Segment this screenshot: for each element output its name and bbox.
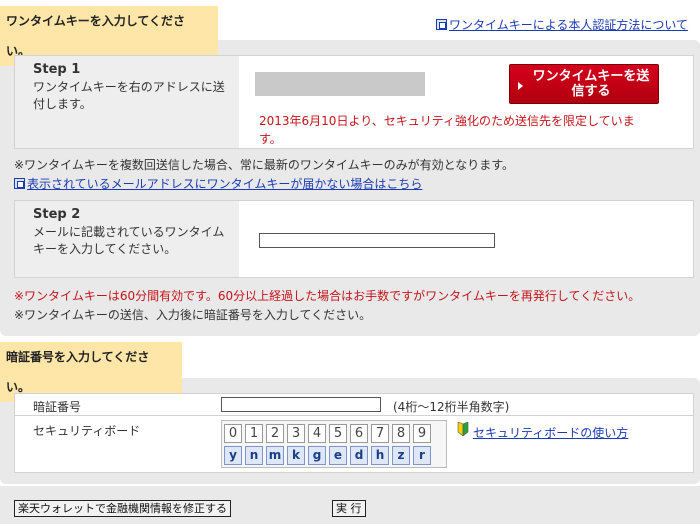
security-board-row: セキュリティボード 0 1 2 3 4 5 6 7 8 9 y n m k g … <box>15 416 693 472</box>
key-z[interactable]: z <box>392 446 410 465</box>
key-2[interactable]: 2 <box>266 424 284 443</box>
security-board-help-link[interactable]: セキュリティボードの使い方 <box>473 424 628 441</box>
email-not-received-note: 表示されているメールアドレスにワンタイムキーが届かない場合はこちら <box>14 175 422 192</box>
key-9[interactable]: 9 <box>413 424 431 443</box>
key-y[interactable]: y <box>224 446 242 465</box>
key-k[interactable]: k <box>287 446 305 465</box>
pin-input[interactable] <box>221 397 381 412</box>
send-button-label: ワンタイムキーを送信する <box>532 69 650 99</box>
submit-button[interactable]: 実 行 <box>332 500 366 517</box>
key-3[interactable]: 3 <box>287 424 305 443</box>
validity-warning: ※ワンタイムキーは60分間有効です。60分以上経過した場合はお手数ですがワンタイ… <box>14 289 641 303</box>
key-0[interactable]: 0 <box>224 424 242 443</box>
edit-bank-info-button[interactable]: 楽天ウォレットで金融機関情報を修正する <box>14 500 231 517</box>
send-onetime-key-button[interactable]: ワンタイムキーを送信する <box>509 64 659 104</box>
order-instruction: ※ワンタイムキーの送信、入力後に暗証番号を入力してください。 <box>14 308 372 322</box>
security-board: 0 1 2 3 4 5 6 7 8 9 y n m k g e d h z r <box>221 420 447 468</box>
step2-description: メールに記載されているワンタイムキーを入力してください。 <box>33 225 225 256</box>
beginner-leaf-icon <box>457 422 469 436</box>
key-d[interactable]: d <box>350 446 368 465</box>
footer-bar: 楽天ウォレットで金融機関情報を修正する 実 行 <box>0 486 700 524</box>
key-h[interactable]: h <box>371 446 389 465</box>
pin-row: 暗証番号 (4桁～12桁半角数字) <box>15 394 693 416</box>
masked-email-address <box>255 72 425 96</box>
send-restriction-notice: 2013年6月10日より、セキュリティ強化のため送信先を限定しています。 <box>259 114 635 146</box>
window-link-icon <box>436 19 447 30</box>
step2-label-cell: Step 2 メールに記載されているワンタイムキーを入力してください。 <box>15 201 239 277</box>
key-1[interactable]: 1 <box>245 424 263 443</box>
multiple-send-note: ※ワンタイムキーを複数回送信した場合、常に最新のワンタイムキーのみが有効となりま… <box>14 158 515 172</box>
digit-key-row: 0 1 2 3 4 5 6 7 8 9 <box>224 424 431 443</box>
key-7[interactable]: 7 <box>371 424 389 443</box>
pin-section-title-text: 暗証番号を入力してください。 <box>6 350 150 394</box>
help-link-text: ワンタイムキーによる本人認証方法について <box>449 18 689 32</box>
key-n[interactable]: n <box>245 446 263 465</box>
pin-table: 暗証番号 (4桁～12桁半角数字) セキュリティボード 0 1 2 3 4 5 … <box>14 393 694 473</box>
step2-heading: Step 2 <box>33 207 81 222</box>
step2-box: Step 2 メールに記載されているワンタイムキーを入力してください。 <box>14 200 694 278</box>
key-m[interactable]: m <box>266 446 284 465</box>
letter-key-row: y n m k g e d h z r <box>224 446 431 465</box>
step1-heading: Step 1 <box>33 62 81 77</box>
step1-label-cell: Step 1 ワンタイムキーを右のアドレスに送付します。 <box>15 56 239 148</box>
security-board-label: セキュリティボード <box>33 424 141 438</box>
key-r[interactable]: r <box>413 446 431 465</box>
key-4[interactable]: 4 <box>308 424 326 443</box>
window-link-icon <box>14 178 25 189</box>
step1-box: Step 1 ワンタイムキーを右のアドレスに送付します。 ワンタイムキーを送信す… <box>14 55 694 149</box>
key-e[interactable]: e <box>329 446 347 465</box>
key-g[interactable]: g <box>308 446 326 465</box>
triangle-right-icon <box>518 82 523 90</box>
section-title-text: ワンタイムキーを入力してください。 <box>6 14 186 58</box>
email-not-received-link[interactable]: 表示されているメールアドレスにワンタイムキーが届かない場合はこちら <box>27 177 422 191</box>
pin-hint: (4桁～12桁半角数字) <box>393 400 510 414</box>
onetime-key-help-link[interactable]: ワンタイムキーによる本人認証方法について <box>436 16 688 33</box>
key-6[interactable]: 6 <box>350 424 368 443</box>
pin-label: 暗証番号 <box>33 400 82 414</box>
onetime-key-input[interactable] <box>259 233 495 248</box>
key-8[interactable]: 8 <box>392 424 410 443</box>
key-5[interactable]: 5 <box>329 424 347 443</box>
step1-description: ワンタイムキーを右のアドレスに送付します。 <box>33 80 225 111</box>
